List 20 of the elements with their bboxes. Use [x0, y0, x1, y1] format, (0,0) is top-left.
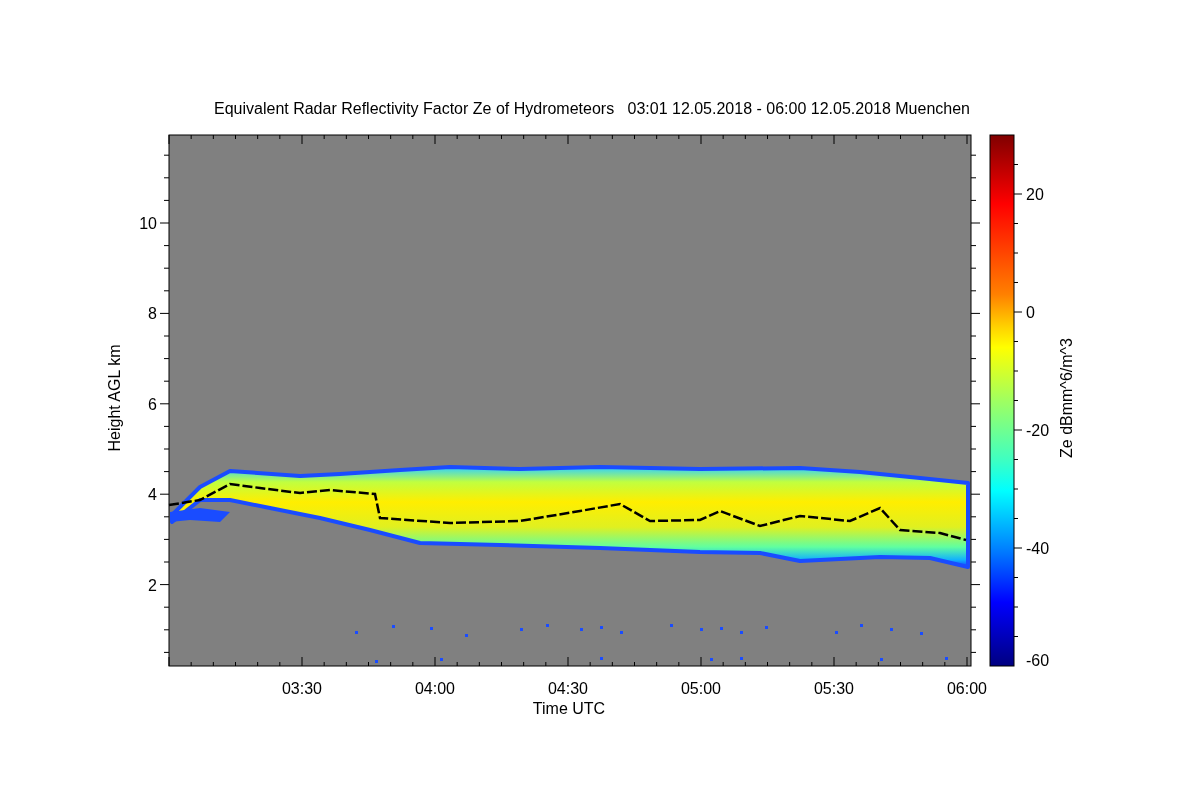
colorbar-tick-label: -60 [1026, 652, 1050, 669]
colorbar-label: Ze dBmm^6/m^3 [1058, 338, 1075, 458]
colorbar-tick-label: 20 [1026, 186, 1044, 203]
x-tick-label: 05:30 [814, 680, 854, 697]
x-tick-label: 04:00 [415, 680, 455, 697]
x-axis-label: Time UTC [532, 700, 606, 717]
x-tick-label: 03:30 [282, 680, 322, 697]
colorbar-tick-label: -40 [1026, 540, 1050, 557]
y-tick-label: 8 [148, 305, 157, 323]
y-tick-label: 2 [148, 576, 157, 594]
colorbar-tick-label: 0 [1026, 304, 1035, 321]
chart-title: Equivalent Radar Reflectivity Factor Ze of Hydrometeors 03:01 12.05.2018 - 06:00 12.05.2018 Muenchen [214, 100, 970, 117]
y-tick-label: 10 [139, 215, 157, 232]
colorbar-tick-label: -20 [1026, 422, 1050, 439]
x-tick-label: 06:00 [947, 680, 987, 697]
y-tick-label: 4 [148, 486, 157, 504]
x-tick-label: 04:30 [548, 680, 588, 697]
y-tick-label: 6 [148, 395, 157, 413]
y-axis-label: Height AGL km [106, 344, 123, 452]
x-tick-label: 05:00 [681, 680, 721, 697]
